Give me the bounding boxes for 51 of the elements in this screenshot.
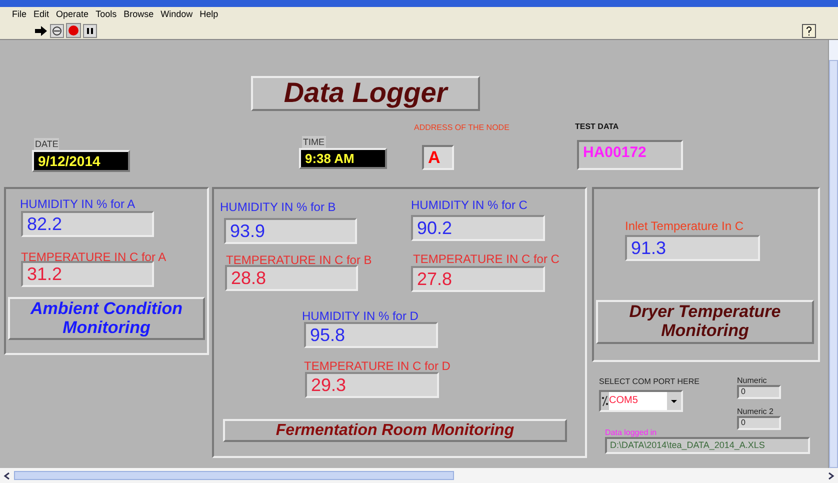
test-data-label: TEST DATA — [575, 121, 619, 133]
scroll-left-icon[interactable] — [2, 470, 12, 480]
indicator-label: HUMIDITY IN % for C — [411, 197, 528, 214]
numeric-indicator: 95.8 — [304, 322, 438, 348]
help-icon[interactable] — [802, 24, 816, 38]
indicator-label: Inlet Temperature In C — [625, 218, 744, 235]
run-arrow-icon[interactable] — [34, 24, 48, 36]
numeric-indicator: 82.2 — [21, 211, 154, 237]
numeric-label: Numeric 2 — [737, 406, 774, 418]
ambient-monitoring-label: Ambient Condition Monitoring — [8, 297, 205, 340]
indicator-label: HUMIDITY IN % for A — [20, 196, 136, 213]
menu-item[interactable]: Operate — [56, 8, 89, 22]
run-continuously-icon[interactable] — [50, 24, 64, 38]
file-path-display: D:\DATA\2014\tea_DATA_2014_A.XLS — [605, 437, 810, 454]
menu-item[interactable]: Help — [200, 8, 218, 22]
menu-item[interactable]: Window — [160, 8, 193, 22]
node-address-label: ADDRESS OF THE NODE — [414, 122, 510, 134]
numeric-indicator: 28.8 — [225, 265, 358, 291]
date-display: 9/12/2014 — [32, 150, 130, 172]
title-label: Data Logger — [251, 76, 480, 111]
fermentation-monitoring-label: Fermentation Room Monitoring — [223, 419, 567, 442]
com-port-value: COM5 — [609, 392, 667, 410]
numeric-indicator: 0 — [737, 385, 781, 399]
com-port-dropdown[interactable]: COM5 — [599, 390, 683, 412]
menu-item[interactable]: Tools — [96, 8, 117, 22]
node-address-display: A — [422, 145, 454, 170]
numeric-indicator: 29.3 — [305, 372, 439, 398]
numeric-indicator: 27.8 — [411, 266, 545, 292]
numeric-indicator: 31.2 — [21, 261, 154, 287]
scroll-right-icon[interactable] — [826, 470, 836, 480]
test-data-display: HA00172 — [577, 140, 683, 170]
pause-icon[interactable] — [83, 24, 97, 38]
indicator-label: HUMIDITY IN % for D — [302, 308, 418, 325]
numeric-label: Numeric — [737, 375, 767, 387]
menu-item[interactable]: File — [12, 8, 27, 22]
horizontal-scrollbar[interactable] — [0, 468, 838, 483]
numeric-indicator: 0 — [737, 416, 781, 430]
vertical-scrollbar[interactable] — [828, 40, 838, 468]
indicator-label: TEMPERATURE IN C for C — [413, 251, 560, 268]
dryer-monitoring-label: Dryer Temperature Monitoring — [596, 300, 814, 344]
numeric-indicator: 93.9 — [224, 218, 357, 244]
radix-icon — [601, 395, 609, 407]
indicator-label: HUMIDITY IN % for B — [220, 199, 336, 216]
com-port-label: SELECT COM PORT HERE — [599, 376, 700, 388]
data-logged-label: Data logged in — [605, 427, 657, 439]
time-display: 9:38 AM — [299, 148, 387, 169]
numeric-indicator: 90.2 — [411, 215, 545, 241]
menu-item[interactable]: Browse — [124, 8, 154, 22]
menu-item[interactable]: Edit — [34, 8, 50, 22]
indicator-label: TEMPERATURE IN C for D — [304, 358, 450, 375]
numeric-indicator: 91.3 — [625, 235, 760, 261]
